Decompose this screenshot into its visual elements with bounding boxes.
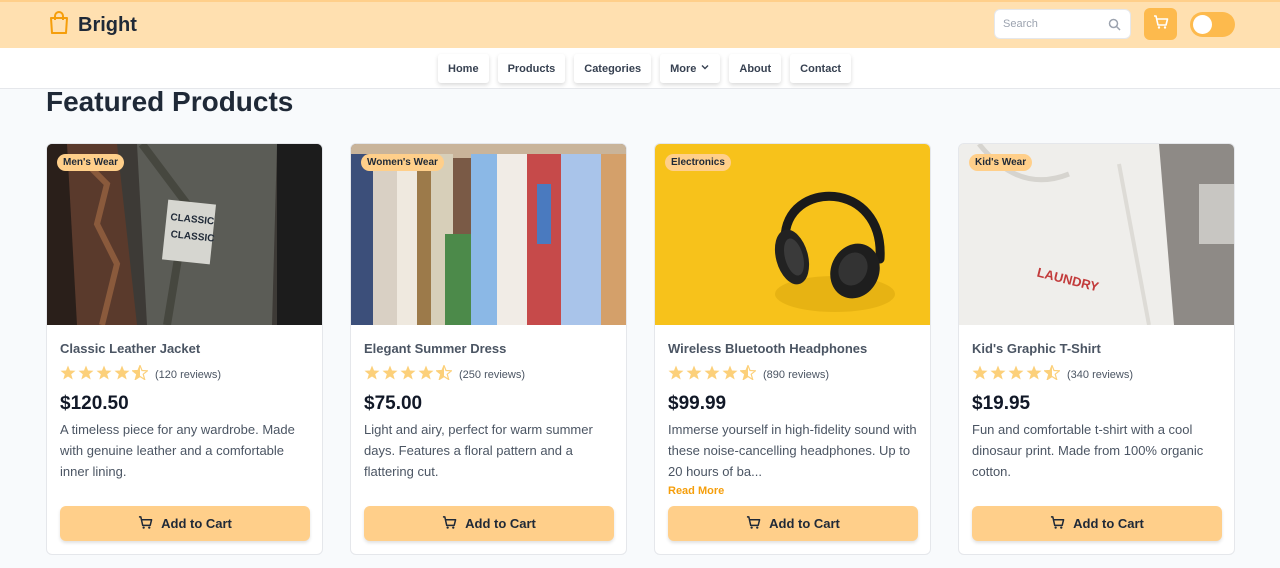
review-count: (890 reviews) bbox=[763, 369, 830, 381]
star-rating: (120 reviews) bbox=[60, 363, 309, 385]
nav-item-home[interactable]: Home bbox=[438, 54, 489, 83]
star-rating: (340 reviews) bbox=[972, 363, 1221, 385]
nav-label: Home bbox=[448, 62, 479, 75]
product-price: $120.50 bbox=[60, 393, 129, 414]
star-icon bbox=[704, 365, 720, 385]
product-price: $99.99 bbox=[668, 393, 727, 414]
star-icon bbox=[114, 365, 130, 385]
brand-name: Bright bbox=[78, 14, 137, 36]
product-name[interactable]: Kid's Graphic T-Shirt bbox=[972, 341, 1221, 356]
cart-button[interactable] bbox=[1144, 8, 1177, 40]
star-icon bbox=[96, 365, 112, 385]
product-image[interactable]: LAUNDRY Kid's Wear bbox=[959, 144, 1234, 325]
cart-icon bbox=[442, 515, 457, 533]
add-to-cart-button[interactable]: Add to Cart bbox=[60, 506, 310, 541]
product-name[interactable]: Classic Leather Jacket bbox=[60, 341, 309, 356]
add-to-cart-label: Add to Cart bbox=[769, 516, 840, 531]
review-count: (120 reviews) bbox=[155, 369, 222, 381]
category-badge: Men's Wear bbox=[57, 154, 124, 171]
product-card[interactable]: CLASSIC CLASSIC Men's Wear Classic Leath… bbox=[46, 143, 323, 555]
star-half-icon bbox=[738, 363, 758, 385]
search-icon[interactable] bbox=[1108, 18, 1121, 36]
star-icon bbox=[78, 365, 94, 385]
star-icon bbox=[400, 365, 416, 385]
star-rating: (250 reviews) bbox=[364, 363, 613, 385]
star-icon bbox=[686, 365, 702, 385]
nav-item-more[interactable]: More bbox=[660, 54, 721, 83]
star-icon bbox=[990, 365, 1006, 385]
category-badge: Women's Wear bbox=[361, 154, 444, 171]
star-half-icon bbox=[1042, 363, 1062, 385]
add-to-cart-label: Add to Cart bbox=[1073, 516, 1144, 531]
product-description: A timeless piece for any wardrobe. Made … bbox=[60, 422, 295, 479]
page-title: Featured Products bbox=[46, 86, 294, 117]
search-input[interactable] bbox=[1003, 18, 1103, 30]
cart-icon bbox=[746, 515, 761, 533]
top-header: Bright bbox=[0, 0, 1280, 48]
product-image[interactable]: Electronics bbox=[655, 144, 930, 325]
cart-icon bbox=[138, 515, 153, 533]
nav-label: Contact bbox=[800, 62, 842, 75]
nav-item-categories[interactable]: Categories bbox=[574, 54, 652, 83]
cart-icon bbox=[1153, 14, 1169, 35]
theme-toggle[interactable] bbox=[1190, 12, 1235, 37]
brand-logo[interactable]: Bright bbox=[48, 11, 137, 40]
product-name[interactable]: Wireless Bluetooth Headphones bbox=[668, 341, 917, 356]
product-card[interactable]: Women's Wear Elegant Summer Dress (250 r… bbox=[350, 143, 627, 555]
main-nav: Home Products Categories More About Cont… bbox=[0, 48, 1280, 89]
add-to-cart-label: Add to Cart bbox=[465, 516, 536, 531]
star-icon bbox=[60, 365, 76, 385]
toggle-knob bbox=[1193, 15, 1212, 34]
category-badge: Kid's Wear bbox=[969, 154, 1033, 171]
nav-label: About bbox=[739, 62, 772, 75]
search-box[interactable] bbox=[994, 9, 1131, 39]
add-to-cart-button[interactable]: Add to Cart bbox=[668, 506, 918, 541]
star-rating: (890 reviews) bbox=[668, 363, 917, 385]
add-to-cart-button[interactable]: Add to Cart bbox=[972, 506, 1222, 541]
product-card[interactable]: LAUNDRY Kid's Wear Kid's Graphic T-Shirt… bbox=[958, 143, 1235, 555]
product-price: $75.00 bbox=[364, 393, 423, 414]
product-grid: CLASSIC CLASSIC Men's Wear Classic Leath… bbox=[46, 143, 1235, 555]
nav-label: Categories bbox=[584, 62, 642, 75]
star-icon bbox=[382, 365, 398, 385]
star-half-icon bbox=[434, 363, 454, 385]
add-to-cart-button[interactable]: Add to Cart bbox=[364, 506, 614, 541]
product-image[interactable]: CLASSIC CLASSIC Men's Wear bbox=[47, 144, 322, 325]
nav-item-products[interactable]: Products bbox=[497, 54, 566, 83]
star-icon bbox=[722, 365, 738, 385]
product-description: Immerse yourself in high-fidelity sound … bbox=[668, 422, 917, 479]
nav-item-contact[interactable]: Contact bbox=[790, 54, 852, 83]
add-to-cart-label: Add to Cart bbox=[161, 516, 232, 531]
shopping-bag-icon bbox=[48, 11, 70, 40]
chevron-down-icon bbox=[700, 62, 710, 75]
star-icon bbox=[1026, 365, 1042, 385]
product-description: Fun and comfortable t-shirt with a cool … bbox=[972, 422, 1204, 479]
nav-label: More bbox=[670, 62, 697, 75]
star-icon bbox=[418, 365, 434, 385]
review-count: (340 reviews) bbox=[1067, 369, 1134, 381]
category-badge: Electronics bbox=[665, 154, 731, 171]
review-count: (250 reviews) bbox=[459, 369, 526, 381]
product-price: $19.95 bbox=[972, 393, 1031, 414]
star-icon bbox=[972, 365, 988, 385]
product-description: Light and airy, perfect for warm summer … bbox=[364, 422, 593, 479]
read-more-link[interactable]: Read More bbox=[668, 485, 724, 497]
cart-icon bbox=[1050, 515, 1065, 533]
star-icon bbox=[668, 365, 684, 385]
star-half-icon bbox=[130, 363, 150, 385]
product-name[interactable]: Elegant Summer Dress bbox=[364, 341, 613, 356]
star-icon bbox=[1008, 365, 1024, 385]
product-image[interactable]: Women's Wear bbox=[351, 144, 626, 325]
nav-label: Products bbox=[507, 62, 556, 75]
nav-item-about[interactable]: About bbox=[729, 54, 782, 83]
product-card[interactable]: Electronics Wireless Bluetooth Headphone… bbox=[654, 143, 931, 555]
star-icon bbox=[364, 365, 380, 385]
